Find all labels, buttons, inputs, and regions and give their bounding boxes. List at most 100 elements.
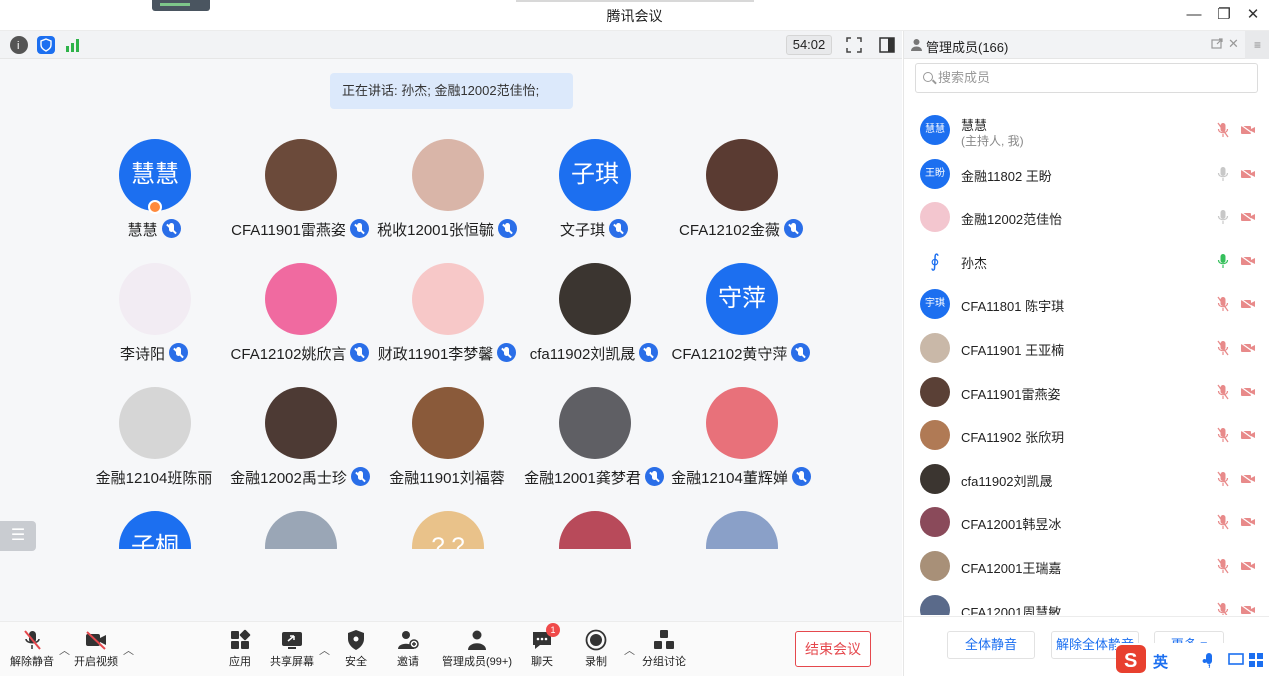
participant-tile[interactable]: cfa11902刘凯晟 — [514, 263, 674, 383]
member-camera-off-icon[interactable] — [1240, 429, 1256, 441]
member-row[interactable]: CFA12001王瑞嘉 — [904, 545, 1269, 589]
member-row[interactable]: 金融12002范佳怡 — [904, 196, 1269, 240]
member-row[interactable]: CFA12001韩昱冰 — [904, 501, 1269, 545]
member-mic-icon[interactable] — [1217, 209, 1229, 225]
participant-tile[interactable]: 守萍 CFA12102黄守萍 — [661, 263, 821, 383]
member-mic-icon[interactable] — [1217, 122, 1229, 138]
participant-tile[interactable]: CFA12102姚欣言 — [220, 263, 380, 383]
participant-tile[interactable]: CFA11901雷燕姿 — [220, 139, 380, 259]
participant-tile[interactable]: 子桐 — [74, 511, 234, 549]
search-placeholder: 搜索成员 — [938, 70, 991, 85]
side-menu-handle[interactable]: ☰ — [0, 521, 36, 551]
participant-avatar — [412, 139, 484, 211]
member-mic-icon[interactable] — [1217, 427, 1229, 443]
breakout-button[interactable]: 分组讨论 — [629, 626, 699, 674]
invite-button[interactable]: 邀请 — [373, 626, 443, 674]
participant-avatar: 子琪 — [559, 139, 631, 211]
member-camera-off-icon[interactable] — [1240, 168, 1256, 180]
participant-tile[interactable] — [514, 511, 674, 549]
member-row[interactable]: 慧慧 慧慧 (主持人, 我) — [904, 109, 1269, 153]
member-avatar — [920, 551, 950, 581]
unmute-button[interactable]: 解除静音 — [0, 626, 67, 674]
participant-tile[interactable]: 金融12104董辉婵 — [661, 387, 821, 507]
participant-avatar — [265, 387, 337, 459]
manage-members-button[interactable]: 管理成员(99+) — [437, 626, 517, 674]
participant-tile[interactable] — [220, 511, 380, 549]
participant-tile[interactable]: 税收12001张恒毓 — [367, 139, 527, 259]
video-options-caret[interactable]: ︿ — [123, 642, 134, 658]
window-title: 腾讯会议 — [606, 8, 663, 24]
participant-name: 财政11901李梦馨 — [377, 346, 494, 363]
member-mic-icon[interactable] — [1217, 558, 1229, 574]
close-button[interactable]: ✕ — [1242, 4, 1264, 26]
member-mic-icon[interactable] — [1217, 602, 1229, 615]
member-avatar — [920, 463, 950, 494]
minimize-button[interactable]: — — [1183, 4, 1205, 26]
ime-toolbar[interactable]: S •, 英 — [1116, 643, 1269, 676]
member-camera-off-icon[interactable] — [1240, 473, 1256, 485]
participant-tile[interactable] — [661, 511, 821, 549]
participant-tile[interactable]: 金融11901刘福蓉 — [367, 387, 527, 507]
participant-tile[interactable]: 金融12104班陈丽 — [74, 387, 234, 507]
member-avatar — [920, 507, 950, 538]
member-mic-icon[interactable] — [1217, 253, 1229, 269]
member-row[interactable]: 王盼 金融11802 王盼 — [904, 153, 1269, 197]
member-row[interactable]: CFA11901雷燕姿 — [904, 371, 1269, 415]
participant-label: CFA12102金薇 — [641, 219, 841, 240]
member-row[interactable]: cfa11902刘凯晟 — [904, 458, 1269, 502]
member-camera-off-icon[interactable] — [1240, 124, 1256, 136]
participant-name: 税收12001张恒毓 — [377, 222, 494, 239]
panel-close-icon[interactable]: ✕ — [1228, 36, 1239, 52]
member-row[interactable]: 宇琪 CFA11801 陈宇琪 — [904, 283, 1269, 327]
record-label: 录制 — [585, 656, 607, 668]
member-camera-off-icon[interactable] — [1240, 298, 1256, 310]
unmute-label: 解除静音 — [10, 656, 54, 668]
participant-tile[interactable]: CFA12102金薇 — [661, 139, 821, 259]
member-mic-icon[interactable] — [1217, 166, 1229, 182]
participant-tile[interactable]: 财政11901李梦馨 — [367, 263, 527, 383]
share-screen-button[interactable]: 共享屏幕 — [257, 626, 327, 674]
mute-all-button[interactable]: 全体静音 — [947, 631, 1035, 659]
record-icon — [584, 629, 608, 651]
member-camera-off-icon[interactable] — [1240, 386, 1256, 398]
record-button[interactable]: 录制 — [561, 626, 631, 674]
member-mic-icon[interactable] — [1217, 340, 1229, 356]
participant-tile[interactable]: 金融12001龚梦君 — [514, 387, 674, 507]
member-camera-off-icon[interactable] — [1240, 211, 1256, 223]
mic-muted-icon — [609, 219, 628, 238]
member-mic-icon[interactable] — [1217, 514, 1229, 530]
member-row[interactable]: CFA11901 王亚楠 — [904, 327, 1269, 371]
panel-menu-icon[interactable]: ≡ — [1245, 31, 1269, 59]
member-mic-icon[interactable] — [1217, 384, 1229, 400]
end-meeting-button[interactable]: 结束会议 — [795, 631, 871, 667]
popout-icon[interactable] — [1211, 38, 1223, 53]
member-avatar — [920, 420, 950, 451]
participant-name: 文子琪 — [559, 222, 605, 239]
member-row[interactable]: CFA12001周慧敏 — [904, 589, 1269, 615]
member-camera-off-icon[interactable] — [1240, 604, 1256, 615]
member-camera-off-icon[interactable] — [1240, 516, 1256, 528]
participant-avatar — [265, 263, 337, 335]
participant-avatar: 守萍 — [706, 263, 778, 335]
participant-tile[interactable]: 子琪 文子琪 — [514, 139, 674, 259]
member-camera-off-icon[interactable] — [1240, 342, 1256, 354]
participant-tile[interactable]: 李诗阳 — [74, 263, 234, 383]
member-row[interactable]: CFA11902 张欣玥 — [904, 414, 1269, 458]
member-row[interactable]: ∮ 孙杰 — [904, 240, 1269, 284]
member-camera-off-icon[interactable] — [1240, 255, 1256, 267]
apps-icon — [228, 629, 252, 651]
member-panel: 管理成员(166) ✕ ≡ 搜索成员 慧慧 慧慧 (主持人, 我) 王盼 金融11802… — [903, 31, 1269, 676]
camera-off-icon — [84, 629, 108, 651]
participant-avatar — [265, 139, 337, 211]
participant-tile[interactable]: ? ? — [367, 511, 527, 549]
participant-tile[interactable]: 慧慧 慧慧 — [74, 139, 234, 259]
member-search-input[interactable]: 搜索成员 — [915, 63, 1258, 93]
member-mic-icon[interactable] — [1217, 471, 1229, 487]
member-name: CFA11901 王亚楠 — [961, 343, 1065, 358]
maximize-button[interactable]: ❐ — [1213, 4, 1235, 26]
member-mic-icon[interactable] — [1217, 296, 1229, 312]
participant-tile[interactable]: 金融12002禹士珍 — [220, 387, 380, 507]
start-video-button[interactable]: 开启视频 — [61, 626, 131, 674]
member-camera-off-icon[interactable] — [1240, 560, 1256, 572]
participant-name: CFA12102金薇 — [679, 222, 780, 239]
